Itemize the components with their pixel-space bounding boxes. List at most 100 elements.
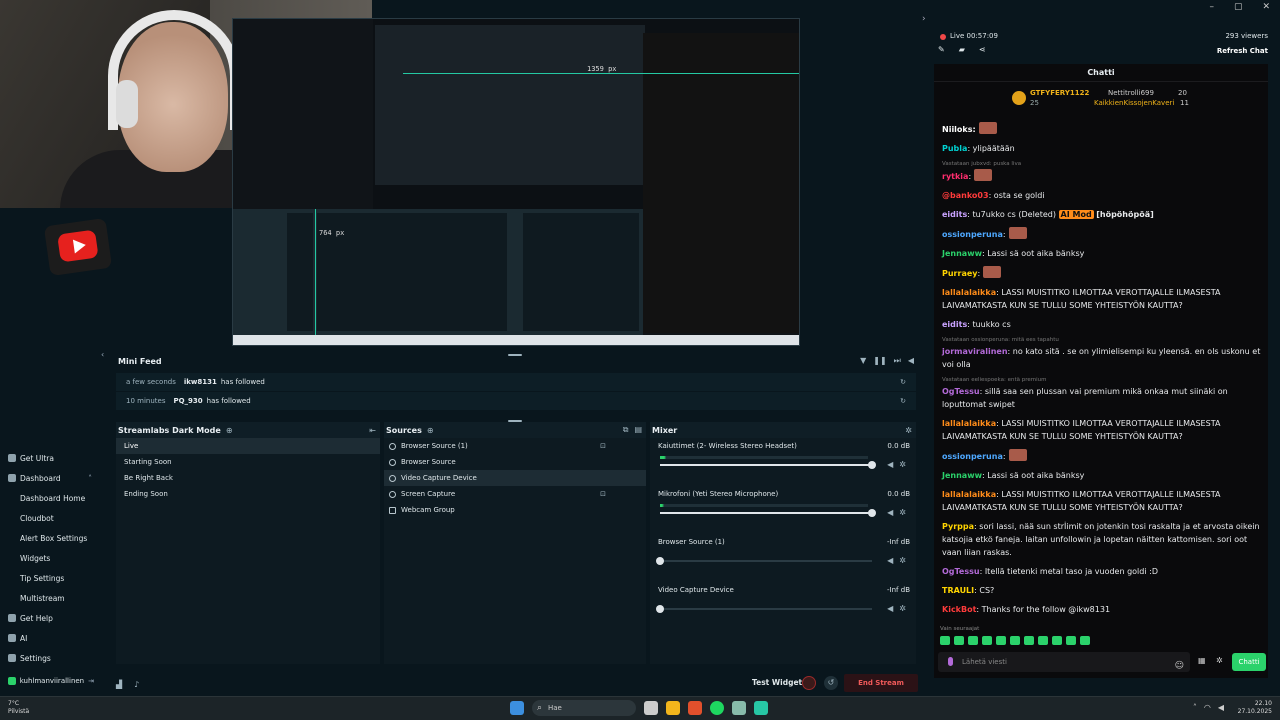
emoji-icon[interactable]: ☺ <box>1175 656 1184 676</box>
chat-username[interactable]: jormaviralinen <box>942 347 1008 356</box>
logout-icon[interactable]: ⇥ <box>88 677 94 685</box>
chat-username[interactable]: rytkia <box>942 172 968 181</box>
scene-item[interactable]: Starting Soon <box>116 454 380 470</box>
filter-icon[interactable]: ▼ <box>860 356 866 366</box>
chat-username[interactable]: ossionperuna <box>942 230 1003 239</box>
layers-icon[interactable]: ⧉ <box>623 425 629 435</box>
chat-username[interactable]: @banko03 <box>942 191 989 200</box>
taskview-icon[interactable] <box>644 701 658 715</box>
add-icon[interactable]: ⊕ <box>427 426 434 435</box>
chat-username[interactable]: lallalalaikka <box>942 490 996 499</box>
chat-username[interactable]: TRAULI <box>942 586 974 595</box>
chat-username[interactable]: eidits <box>942 210 967 219</box>
explorer-icon[interactable] <box>666 701 680 715</box>
volume-track[interactable] <box>660 608 872 610</box>
speaker-icon[interactable]: ◀ <box>887 460 893 469</box>
sidebar-item-get-ultra[interactable]: Get Ultra <box>0 448 100 468</box>
source-item[interactable]: Video Capture Device <box>384 470 646 486</box>
start-icon[interactable] <box>510 701 524 715</box>
test-widgets-button[interactable]: Test Widgets <box>752 678 807 687</box>
stream-preview[interactable]: 1359 px 764 px <box>232 18 800 346</box>
volume-track[interactable] <box>660 560 872 562</box>
volume-knob[interactable] <box>656 557 664 565</box>
streamlabs-icon[interactable] <box>754 701 768 715</box>
sidebar-item-tip-settings[interactable]: Tip Settings <box>0 568 100 588</box>
sidebar-item-ai[interactable]: AI <box>0 628 100 648</box>
skip-icon[interactable]: ⏭ <box>894 356 901 366</box>
emote-icon[interactable] <box>1052 636 1062 645</box>
emote-icon[interactable] <box>1024 636 1034 645</box>
pin-icon[interactable]: ▰ <box>959 45 965 54</box>
weather-widget[interactable]: 7°C Pilvistä <box>8 700 29 716</box>
bell-icon[interactable]: ♪ <box>134 680 139 689</box>
scene-item[interactable]: Be Right Back <box>116 470 380 486</box>
share-icon[interactable]: ⋖ <box>979 45 986 54</box>
taskbar-search[interactable]: Hae <box>532 700 636 716</box>
clock[interactable]: 22.10 27.10.2025 <box>1238 700 1272 716</box>
gear-icon[interactable]: ✲ <box>905 426 916 435</box>
chat-username[interactable]: Publa <box>942 144 967 153</box>
chat-input[interactable]: Lähetä viesti ☺ <box>938 652 1190 672</box>
end-stream-button[interactable]: End Stream <box>844 674 918 692</box>
lock-icon[interactable]: ⊡ <box>600 490 606 498</box>
close-icon[interactable]: ✕ <box>1262 2 1270 12</box>
chat-username[interactable]: Jennaww <box>942 471 982 480</box>
record-button[interactable] <box>802 676 816 690</box>
emote-icon[interactable] <box>954 636 964 645</box>
emote-icon[interactable] <box>1010 636 1020 645</box>
emote-icon[interactable] <box>1066 636 1076 645</box>
emote-icon[interactable] <box>1038 636 1048 645</box>
firefox-icon[interactable] <box>688 701 702 715</box>
speaker-icon[interactable]: ◀ <box>1218 703 1224 712</box>
source-item[interactable]: Screen Capture ⊡ <box>384 486 646 502</box>
chat-username[interactable]: Niiloks: <box>942 125 976 134</box>
collapse-arrow-icon[interactable]: ‹ <box>101 350 104 359</box>
emote-icon[interactable] <box>940 636 950 645</box>
gear-icon[interactable]: ✲ <box>899 508 906 517</box>
emote-icon[interactable] <box>982 636 992 645</box>
sidebar-item-dashboard[interactable]: Dashboard ˄ <box>0 468 100 488</box>
wifi-icon[interactable]: ◠ <box>1204 703 1211 712</box>
source-item[interactable]: Webcam Group <box>384 502 646 518</box>
send-button[interactable]: Chatti <box>1232 653 1266 671</box>
volume-icon[interactable]: ◀ <box>908 356 914 366</box>
chat-username[interactable]: KickBot <box>942 605 976 614</box>
emote-icon[interactable] <box>1080 636 1090 645</box>
chat-username[interactable]: Purraey <box>942 269 978 278</box>
chat-username[interactable]: lallalalaikka <box>942 419 996 428</box>
gear-icon[interactable]: ✲ <box>899 604 906 613</box>
emote-icon[interactable] <box>968 636 978 645</box>
folder-add-icon[interactable]: ▤ <box>634 425 642 435</box>
gear-icon[interactable]: ✲ <box>899 460 906 469</box>
sidebar-item-widgets[interactable]: Widgets <box>0 548 100 568</box>
replay-buffer-button[interactable]: ↺ <box>824 676 838 690</box>
chat-username[interactable]: eidits <box>942 320 967 329</box>
volume-knob[interactable] <box>656 605 664 613</box>
speaker-icon[interactable]: ◀ <box>887 508 893 517</box>
app-icon[interactable] <box>732 701 746 715</box>
spotify-icon[interactable] <box>710 701 724 715</box>
trash-icon[interactable]: ▦ <box>1198 656 1206 665</box>
chat-username[interactable]: OgTessu <box>942 567 980 576</box>
speaker-icon[interactable]: ◀ <box>887 556 893 565</box>
gear-icon[interactable]: ✲ <box>1216 656 1223 665</box>
chat-username[interactable]: OgTessu <box>942 387 980 396</box>
chevron-right-icon[interactable]: › <box>922 14 926 24</box>
speaker-icon[interactable]: ◀ <box>887 604 893 613</box>
edit-icon[interactable]: ✎ <box>938 45 945 54</box>
chevron-up-icon[interactable]: ˄ <box>1193 703 1197 712</box>
repeat-icon[interactable]: ↻ <box>900 378 906 386</box>
refresh-chat-button[interactable]: Refresh Chat <box>1217 47 1268 55</box>
collapse-icon[interactable]: ⇤ <box>369 426 380 435</box>
sidebar-item-multistream[interactable]: Multistream <box>0 588 100 608</box>
maximize-icon[interactable]: ▢ <box>1234 2 1243 12</box>
sidebar-item-alert-box[interactable]: Alert Box Settings <box>0 528 100 548</box>
pause-icon[interactable]: ❚❚ <box>873 356 886 366</box>
sidebar-user[interactable]: kuhlmanviirallinen ⇥ <box>0 672 100 690</box>
scene-item[interactable]: Live <box>116 438 380 454</box>
sidebar-item-settings[interactable]: Settings <box>0 648 100 668</box>
lock-icon[interactable]: ⊡ <box>600 442 606 450</box>
minimize-icon[interactable]: – <box>1209 2 1214 12</box>
source-item[interactable]: Browser Source <box>384 454 646 470</box>
source-item[interactable]: Browser Source (1) ⊡ <box>384 438 646 454</box>
